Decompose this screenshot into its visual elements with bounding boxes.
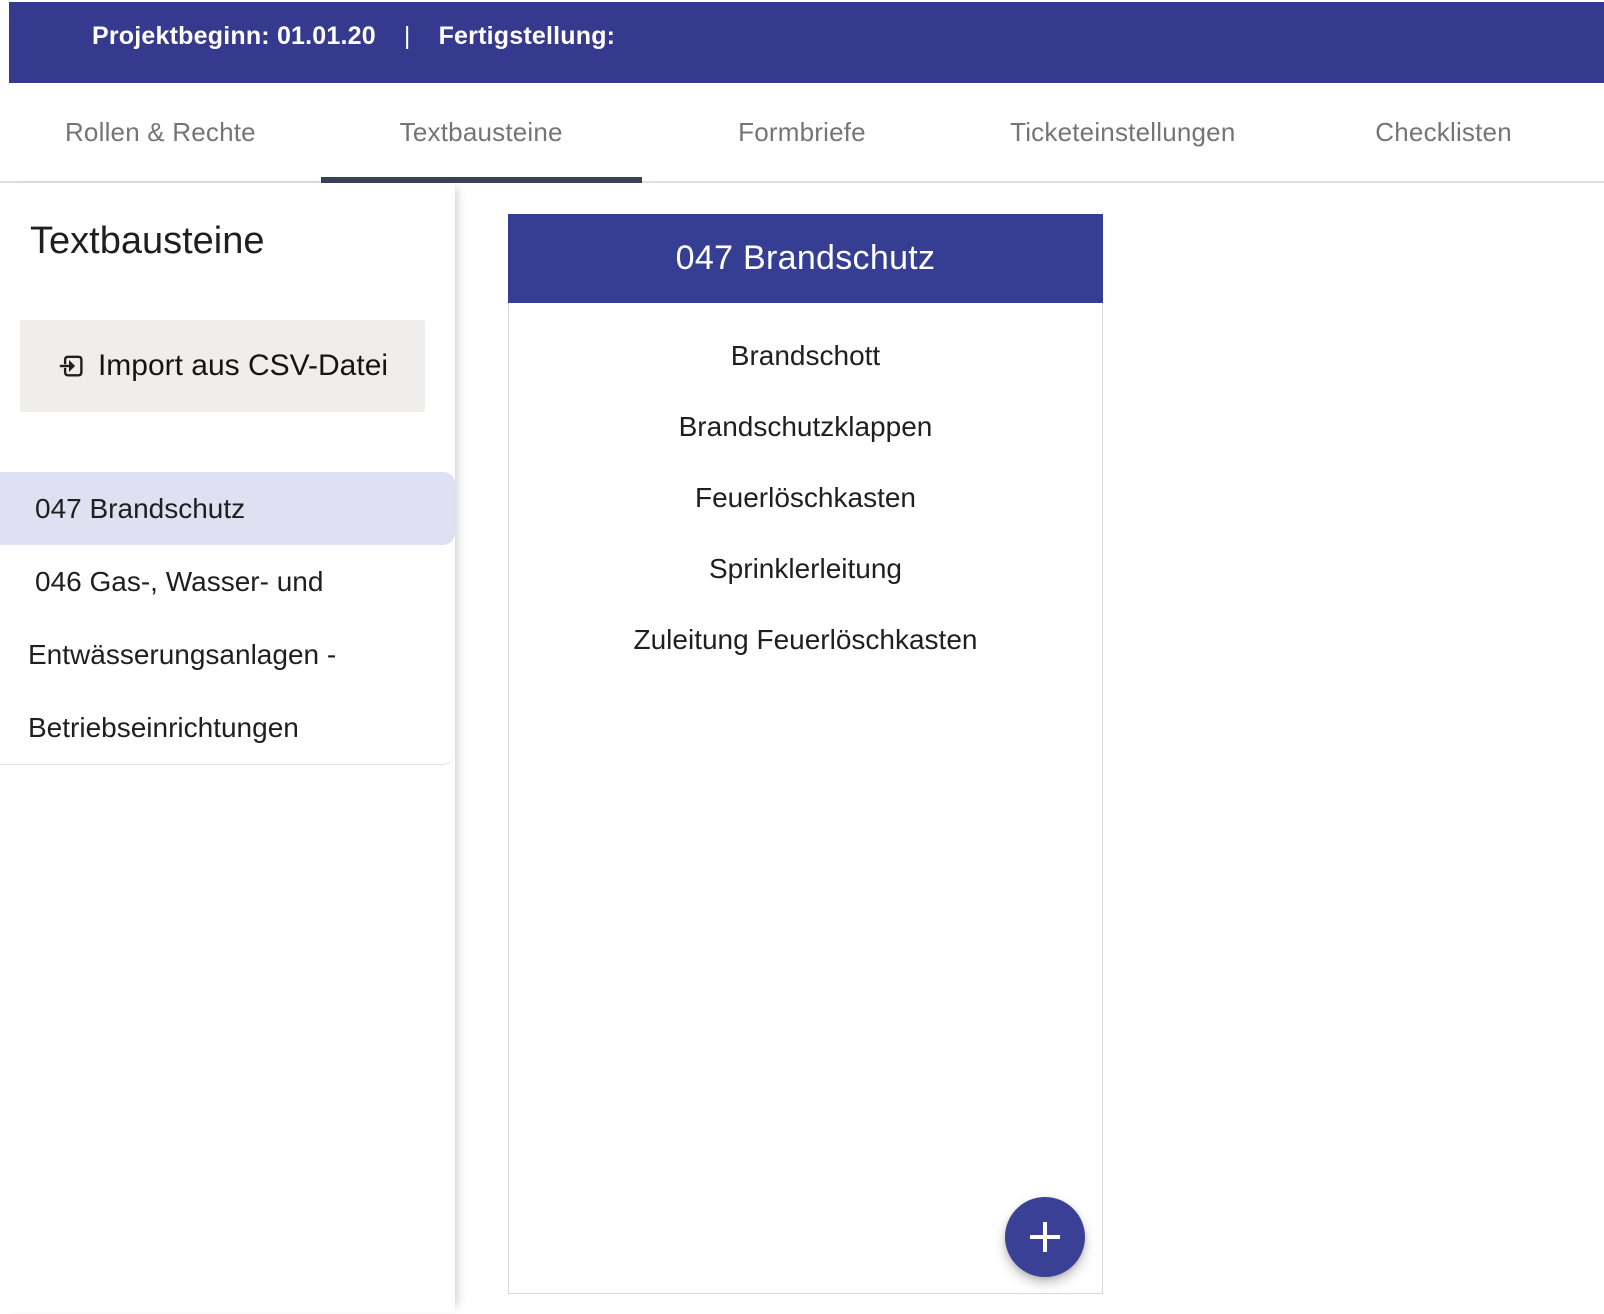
brandschutz-card: 047 Brandschutz Brandschott Brandschutzk… — [508, 214, 1103, 1294]
topbar-separator: | — [404, 22, 411, 51]
content-layout: Textbausteine Import aus CSV-Datei 047 B… — [0, 183, 1604, 1312]
import-csv-label: Import aus CSV-Datei — [98, 349, 388, 383]
list-item-046-gas-wasser[interactable]: 046 Gas-, Wasser- und Entwässerungsanlag… — [0, 545, 455, 764]
card-item-zuleitung-feuerloeschkasten[interactable]: Zuleitung Feuerlöschkasten — [509, 604, 1102, 675]
card-item-brandschutzklappen[interactable]: Brandschutzklappen — [509, 391, 1102, 462]
list-item-047-brandschutz[interactable]: 047 Brandschutz — [0, 472, 455, 545]
topbar: Projektbeginn: 01.01.20 | Fertigstellung… — [9, 2, 1604, 83]
tab-checklisten[interactable]: Checklisten — [1283, 83, 1604, 181]
sidebar-title: Textbausteine — [30, 219, 455, 263]
tab-textbausteine[interactable]: Textbausteine — [321, 83, 642, 181]
sidebar: Textbausteine Import aus CSV-Datei 047 B… — [0, 183, 455, 1312]
main-content: 047 Brandschutz Brandschott Brandschutzk… — [455, 183, 1604, 1312]
tab-bar: Rollen & Rechte Textbausteine Formbriefe… — [0, 83, 1604, 183]
completion-label: Fertigstellung: — [439, 22, 616, 51]
plus-icon — [1025, 1217, 1065, 1257]
tab-formbriefe[interactable]: Formbriefe — [642, 83, 963, 181]
import-icon — [57, 351, 87, 381]
tab-ticketeinstellungen[interactable]: Ticketeinstellungen — [962, 83, 1283, 181]
card-title: 047 Brandschutz — [508, 214, 1103, 303]
textbaustein-list: 047 Brandschutz 046 Gas-, Wasser- und En… — [0, 472, 455, 765]
project-start-label: Projektbeginn: 01.01.20 — [92, 22, 376, 51]
card-item-feuerloeschkasten[interactable]: Feuerlöschkasten — [509, 462, 1102, 533]
tab-rollen-rechte[interactable]: Rollen & Rechte — [0, 83, 321, 181]
card-item-list: Brandschott Brandschutzklappen Feuerlösc… — [509, 303, 1102, 675]
import-csv-button[interactable]: Import aus CSV-Datei — [20, 320, 425, 412]
card-item-brandschott[interactable]: Brandschott — [509, 320, 1102, 391]
add-textbaustein-button[interactable] — [1005, 1197, 1085, 1277]
card-item-sprinklerleitung[interactable]: Sprinklerleitung — [509, 533, 1102, 604]
